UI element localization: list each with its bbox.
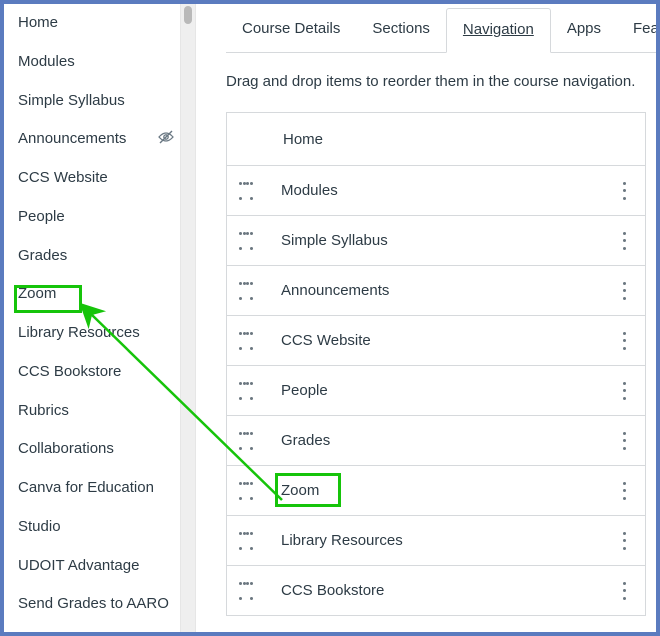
sidebar-item-send-grades-to-aaro[interactable]: Send Grades to AARO (18, 585, 180, 624)
sidebar-item-studio[interactable]: Studio (18, 508, 180, 547)
kebab-menu-icon[interactable] (617, 282, 631, 300)
tab-course-details[interactable]: Course Details (226, 8, 356, 52)
settings-tabs: Course Details Sections Navigation Apps … (226, 8, 656, 53)
sidebar-item-people[interactable]: People (18, 198, 180, 237)
drag-handle-icon[interactable] (239, 432, 253, 450)
tab-label: Course Details (242, 20, 340, 37)
sidebar-item-label: Announcements (18, 130, 126, 147)
nav-row-announcements[interactable]: Announcements (227, 265, 645, 315)
sidebar-item-zoom[interactable]: Zoom (18, 275, 180, 314)
kebab-menu-icon[interactable] (617, 582, 631, 600)
nav-row-modules[interactable]: Modules (227, 165, 645, 215)
drag-handle-icon[interactable] (239, 382, 253, 400)
sidebar-item-ccs-bookstore[interactable]: CCS Bookstore (18, 353, 180, 392)
nav-item-label: CCS Website (281, 332, 617, 349)
sidebar-item-label: Simple Syllabus (18, 92, 125, 109)
tab-feature-previews[interactable]: Featu (617, 8, 656, 52)
kebab-menu-icon[interactable] (617, 432, 631, 450)
sidebar-item-label: Studio (18, 518, 61, 535)
sidebar-item-label: Library Resources (18, 324, 140, 341)
sidebar-item-label: People (18, 208, 65, 225)
sidebar-item-udoit-advantage[interactable]: UDOIT Advantage (18, 547, 180, 586)
kebab-menu-icon[interactable] (617, 232, 631, 250)
sidebar-item-label: CCS Website (18, 169, 108, 186)
sidebar-scrollbar[interactable] (180, 4, 196, 632)
sidebar-item-canva-for-education[interactable]: Canva for Education (18, 469, 180, 508)
nav-row-ccs-bookstore[interactable]: CCS Bookstore (227, 565, 645, 615)
sidebar-item-announcements[interactable]: Announcements (18, 120, 180, 159)
navigation-items-list: Home Modules Simple Syllabus Announcemen… (226, 112, 646, 616)
nav-item-label: Zoom (281, 482, 617, 499)
sidebar-item-label: Collaborations (18, 440, 114, 457)
kebab-menu-icon[interactable] (617, 382, 631, 400)
nav-row-simple-syllabus[interactable]: Simple Syllabus (227, 215, 645, 265)
nav-item-label: Grades (281, 432, 617, 449)
nav-item-label: Simple Syllabus (281, 232, 617, 249)
nav-row-grades[interactable]: Grades (227, 415, 645, 465)
tab-apps[interactable]: Apps (551, 8, 617, 52)
drag-handle-icon[interactable] (239, 182, 253, 200)
sidebar-item-label: Rubrics (18, 402, 69, 419)
sidebar-item-label: UDOIT Advantage (18, 557, 139, 574)
nav-row-people[interactable]: People (227, 365, 645, 415)
course-sidebar: Home Modules Simple Syllabus Announcemen… (4, 4, 180, 632)
nav-item-label: Library Resources (281, 532, 617, 549)
drag-handle-icon[interactable] (239, 532, 253, 550)
scrollbar-thumb[interactable] (184, 6, 192, 24)
nav-row-home[interactable]: Home (227, 113, 645, 165)
tab-sections[interactable]: Sections (356, 8, 446, 52)
sidebar-item-label: Home (18, 14, 58, 31)
tab-label: Apps (567, 20, 601, 37)
main-content: Course Details Sections Navigation Apps … (196, 4, 656, 632)
kebab-menu-icon[interactable] (617, 532, 631, 550)
sidebar-item-label: Canva for Education (18, 479, 154, 496)
tab-label: Featu (633, 20, 656, 37)
sidebar-item-collaborations[interactable]: Collaborations (18, 430, 180, 469)
drag-handle-icon[interactable] (239, 482, 253, 500)
sidebar-item-grades[interactable]: Grades (18, 237, 180, 276)
nav-item-label: Home (283, 131, 631, 148)
sidebar-item-label: CCS Bookstore (18, 363, 121, 380)
nav-item-label: People (281, 382, 617, 399)
drag-handle-icon[interactable] (239, 582, 253, 600)
drag-handle-icon[interactable] (239, 282, 253, 300)
sidebar-item-modules[interactable]: Modules (18, 43, 180, 82)
tab-navigation[interactable]: Navigation (446, 8, 551, 53)
sidebar-item-label: Zoom (18, 285, 56, 302)
nav-item-label: Announcements (281, 282, 617, 299)
sidebar-item-label: Grades (18, 247, 67, 264)
navigation-help-text: Drag and drop items to reorder them in t… (226, 73, 656, 90)
kebab-menu-icon[interactable] (617, 482, 631, 500)
nav-item-label: Modules (281, 182, 617, 199)
kebab-menu-icon[interactable] (617, 332, 631, 350)
sidebar-item-ccs-website[interactable]: CCS Website (18, 159, 180, 198)
nav-item-label: CCS Bookstore (281, 582, 617, 599)
kebab-menu-icon[interactable] (617, 182, 631, 200)
drag-handle-icon[interactable] (239, 332, 253, 350)
tab-label: Sections (372, 20, 430, 37)
nav-row-ccs-website[interactable]: CCS Website (227, 315, 645, 365)
drag-handle-icon[interactable] (239, 232, 253, 250)
hidden-eye-icon (158, 130, 174, 150)
sidebar-item-rubrics[interactable]: Rubrics (18, 392, 180, 431)
tab-label: Navigation (463, 21, 534, 38)
sidebar-item-library-resources[interactable]: Library Resources (18, 314, 180, 353)
sidebar-item-label: Send Grades to AARO (18, 595, 169, 612)
nav-row-library-resources[interactable]: Library Resources (227, 515, 645, 565)
nav-row-zoom[interactable]: Zoom (227, 465, 645, 515)
sidebar-item-home[interactable]: Home (18, 4, 180, 43)
sidebar-item-simple-syllabus[interactable]: Simple Syllabus (18, 82, 180, 121)
sidebar-item-label: Modules (18, 53, 75, 70)
